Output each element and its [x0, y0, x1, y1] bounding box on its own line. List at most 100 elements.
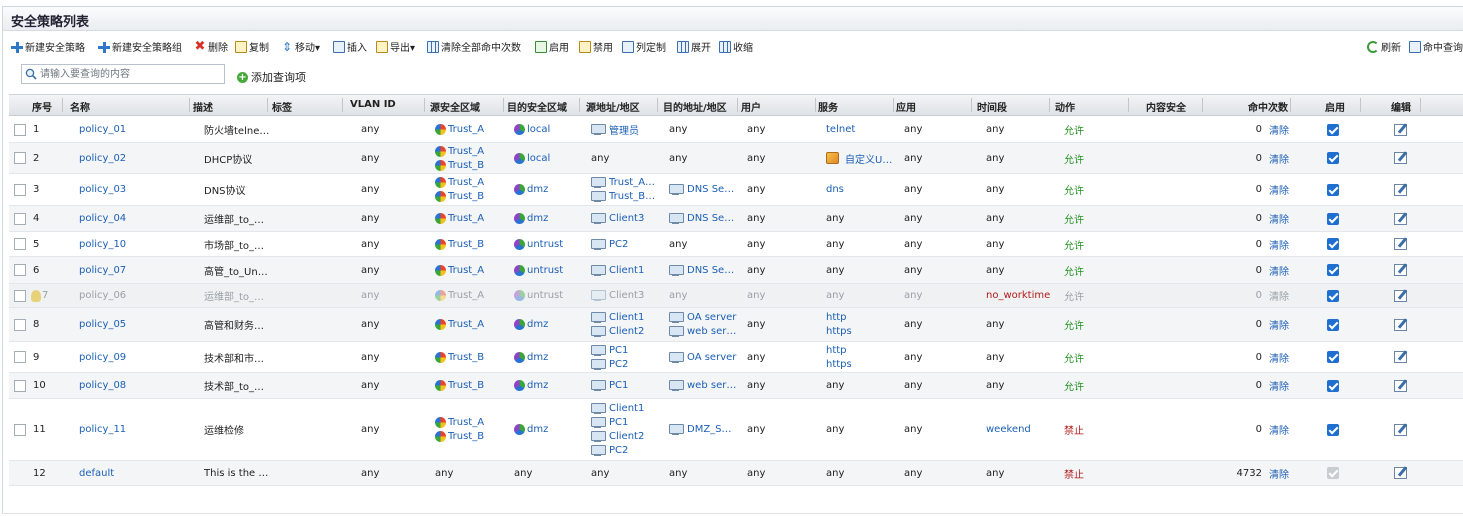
column-divider[interactable]: [267, 98, 268, 112]
column-header-app[interactable]: 应用: [896, 99, 916, 114]
service[interactable]: https: [826, 326, 852, 337]
column-divider[interactable]: [971, 98, 972, 112]
policy-name-link[interactable]: policy_07: [79, 265, 126, 276]
destination-address[interactable]: DNS Se…: [687, 213, 734, 224]
expand-button[interactable]: 展开: [677, 39, 711, 54]
service[interactable]: dns: [826, 184, 844, 195]
policy-name-link[interactable]: default: [79, 468, 114, 479]
source-address[interactable]: Trust_B…: [609, 191, 655, 202]
columns-button[interactable]: 列定制: [622, 39, 666, 54]
clear-hits-link[interactable]: 清除: [1269, 378, 1289, 393]
table-row[interactable]: 5 policy_10 市场部_to_… any Trust_B untrust PC2 an…: [9, 232, 1463, 257]
search-input[interactable]: [40, 66, 220, 82]
column-header-tag[interactable]: 标签: [272, 99, 292, 114]
destination-address[interactable]: web ser…: [687, 380, 736, 391]
row-select-checkbox[interactable]: [14, 318, 26, 331]
column-header-enabled[interactable]: 启用: [1325, 99, 1345, 114]
schedule[interactable]: no_worktime: [986, 290, 1050, 301]
source-address[interactable]: Client3: [609, 290, 644, 301]
clear-hits-link[interactable]: 清除: [1269, 317, 1289, 332]
move-button[interactable]: ⇕ 移动▾: [281, 39, 320, 55]
row-select-checkbox[interactable]: [14, 123, 26, 136]
schedule[interactable]: weekend: [986, 424, 1031, 435]
table-row[interactable]: 7 policy_06 运维部_to_… any Trust_A untrust Clien…: [9, 284, 1463, 308]
enabled-checkbox[interactable]: [1327, 289, 1339, 302]
enabled-checkbox[interactable]: [1327, 379, 1339, 392]
destination-zone[interactable]: local: [527, 124, 550, 135]
source-address[interactable]: Client2: [609, 431, 644, 442]
destination-zone[interactable]: dmz: [527, 213, 548, 224]
clear-hits-link[interactable]: 清除: [1269, 237, 1289, 252]
source-address[interactable]: Client1: [609, 265, 644, 276]
column-divider[interactable]: [1128, 98, 1129, 112]
enabled-checkbox[interactable]: [1327, 123, 1339, 136]
policy-name-link[interactable]: policy_11: [79, 424, 126, 435]
edit-icon[interactable]: [1394, 379, 1407, 392]
copy-button[interactable]: 复制: [235, 39, 269, 54]
destination-zone[interactable]: dmz: [527, 319, 548, 330]
edit-icon[interactable]: [1394, 123, 1407, 136]
new-policy-button[interactable]: 新建安全策略: [11, 39, 85, 54]
column-divider[interactable]: [1290, 98, 1291, 112]
collapse-button[interactable]: 收缩: [719, 39, 753, 54]
table-row[interactable]: 11 policy_11 运维检修 any Trust_A Trust_B dmz Clien…: [9, 399, 1463, 461]
table-row[interactable]: 8 policy_05 高管和财务… any Trust_A dmz Client1 Clie…: [9, 308, 1463, 342]
source-address[interactable]: Client1: [609, 403, 644, 414]
destination-address[interactable]: OA server: [687, 352, 736, 363]
table-row[interactable]: 9 policy_09 技术部和市… any Trust_B dmz PC1 PC2 OA se…: [9, 342, 1463, 373]
column-header-src_zone[interactable]: 源安全区域: [430, 99, 480, 114]
column-divider[interactable]: [1202, 98, 1203, 112]
clear-hits-link[interactable]: 清除: [1269, 422, 1289, 437]
service[interactable]: http: [826, 345, 847, 356]
source-zone[interactable]: Trust_A: [448, 319, 484, 330]
column-header-desc[interactable]: 描述: [193, 99, 213, 114]
column-header-hits[interactable]: 命中次数: [1248, 99, 1288, 114]
enabled-checkbox[interactable]: [1327, 264, 1339, 276]
destination-address[interactable]: OA server: [687, 312, 736, 323]
destination-zone[interactable]: dmz: [527, 380, 548, 391]
column-header-user[interactable]: 用户: [741, 99, 761, 114]
column-header-no[interactable]: 序号: [32, 99, 52, 114]
table-row[interactable]: 12 default This is the … any any any any any any…: [9, 461, 1463, 486]
column-divider[interactable]: [737, 98, 738, 112]
enabled-checkbox[interactable]: [1327, 423, 1339, 436]
destination-address[interactable]: DMZ_S…: [687, 424, 732, 435]
column-header-name[interactable]: 名称: [70, 99, 90, 114]
policy-name-link[interactable]: policy_09: [79, 352, 126, 363]
source-zone[interactable]: Trust_A: [448, 213, 484, 224]
row-select-checkbox[interactable]: [14, 351, 26, 363]
policy-name-link[interactable]: policy_08: [79, 380, 126, 391]
table-row[interactable]: 1 policy_01 防火墙telne… any Trust_A local 管理员 any…: [9, 117, 1463, 143]
edit-icon[interactable]: [1394, 289, 1407, 302]
policy-name-link[interactable]: policy_10: [79, 239, 126, 250]
source-address[interactable]: 管理员: [609, 122, 639, 137]
hit-query-button[interactable]: 命中查询: [1409, 39, 1463, 54]
column-divider[interactable]: [1360, 98, 1361, 112]
destination-address[interactable]: DNS Se…: [687, 184, 734, 195]
destination-zone[interactable]: untrust: [527, 239, 563, 250]
source-zone[interactable]: Trust_B: [448, 239, 484, 250]
source-address[interactable]: Client2: [609, 326, 644, 337]
clear-hits-link[interactable]: 清除: [1269, 151, 1289, 166]
table-row[interactable]: 10 policy_08 技术部_to_… any Trust_B dmz PC1 web s…: [9, 373, 1463, 399]
policy-name-link[interactable]: policy_05: [79, 319, 126, 330]
destination-zone[interactable]: untrust: [527, 290, 563, 301]
destination-address[interactable]: web ser…: [687, 326, 736, 337]
delete-button[interactable]: ✖ 删除: [194, 39, 228, 55]
source-zone[interactable]: Trust_A: [448, 265, 484, 276]
clear-hits-link[interactable]: 清除: [1269, 263, 1289, 278]
column-header-vlan[interactable]: VLAN ID: [350, 99, 396, 110]
edit-icon[interactable]: [1394, 264, 1407, 276]
policy-name-link[interactable]: policy_02: [79, 153, 126, 164]
insert-button[interactable]: 插入: [333, 39, 367, 54]
row-select-checkbox[interactable]: [14, 183, 26, 196]
policy-name-link[interactable]: policy_01: [79, 124, 126, 135]
enable-button[interactable]: 启用: [535, 39, 569, 54]
search-field[interactable]: [21, 64, 225, 84]
source-address[interactable]: PC1: [609, 345, 628, 356]
column-divider[interactable]: [1420, 98, 1421, 112]
row-select-checkbox[interactable]: [14, 238, 26, 250]
source-address[interactable]: Client1: [609, 312, 644, 323]
column-header-dst_addr[interactable]: 目的地址/地区: [663, 99, 727, 114]
enabled-checkbox[interactable]: [1327, 318, 1339, 331]
